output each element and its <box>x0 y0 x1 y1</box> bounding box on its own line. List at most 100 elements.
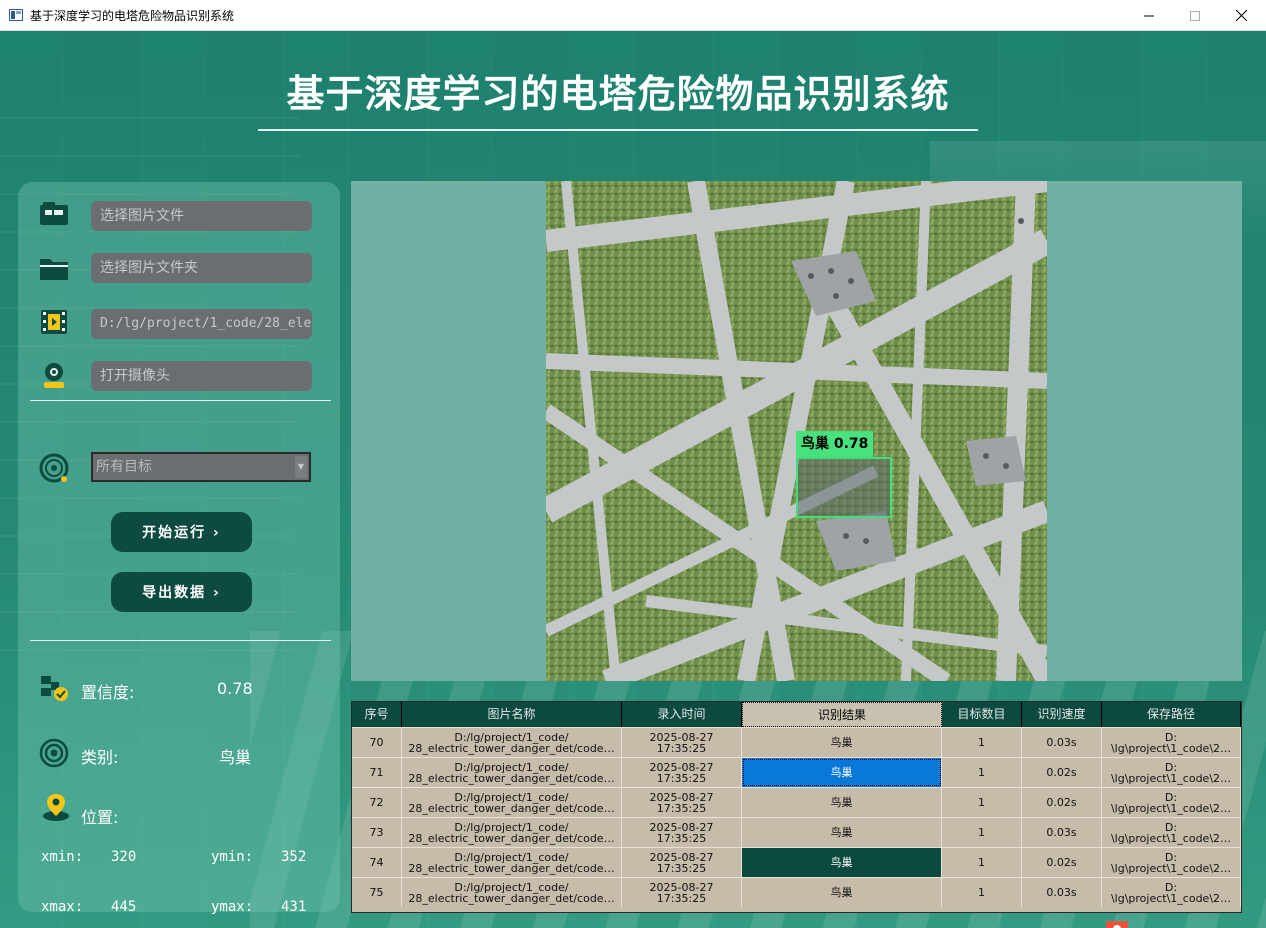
cell-text: D: <box>1164 880 1178 894</box>
column-header[interactable]: 序号 <box>352 702 402 727</box>
column-header[interactable]: 识别速度 <box>1022 702 1102 727</box>
folder-icon[interactable] <box>38 252 70 284</box>
table-row[interactable]: 72 D:/lg/project/1_code/28_electric_tower… <box>352 787 1241 817</box>
table-cell[interactable]: 0.02s <box>1022 848 1102 877</box>
table-row[interactable]: 70 D:/lg/project/1_code/28_electric_tower… <box>352 727 1241 757</box>
table-cell[interactable]: 1 <box>942 878 1022 907</box>
column-header[interactable]: 录入时间 <box>622 702 742 727</box>
table-cell[interactable]: D:/lg/project/1_code/28_electric_tower_d… <box>402 848 622 877</box>
column-header[interactable]: 保存路径 <box>1102 702 1241 727</box>
cell-text: 17:35:25 <box>656 891 707 905</box>
table-cell[interactable]: D: \lg\project\1_code\2… <box>1102 878 1241 907</box>
class-value: 鸟巢 <box>219 748 252 767</box>
table-row[interactable]: 75 D:/lg/project/1_code/28_electric_tower… <box>352 877 1241 907</box>
column-header[interactable]: 图片名称 <box>402 702 622 727</box>
table-cell[interactable]: D:/lg/project/1_code/28_electric_tower_d… <box>402 758 622 787</box>
xmax-label: xmax: <box>41 899 84 915</box>
table-cell[interactable]: D:/lg/project/1_code/28_electric_tower_d… <box>402 818 622 847</box>
table-cell[interactable]: 2025-08-27 17:35:25 <box>622 878 742 907</box>
table-cell[interactable]: 1 <box>942 728 1022 757</box>
xmin-value: 320 <box>111 849 137 865</box>
image-file-input[interactable]: 选择图片文件 <box>91 201 312 231</box>
table-cell[interactable]: D: \lg\project\1_code\2… <box>1102 728 1241 757</box>
table-row[interactable]: 74 D:/lg/project/1_code/28_electric_tower… <box>352 847 1241 877</box>
table-cell[interactable]: 2025-08-27 17:35:25 <box>622 788 742 817</box>
maximize-button[interactable] <box>1172 0 1218 31</box>
cell-text: \lg\project\1_code\2… <box>1110 891 1232 905</box>
table-cell[interactable]: 鸟巢 <box>742 848 942 877</box>
window-title: 基于深度学习的电塔危险物品识别系统 <box>30 9 235 23</box>
target-icon <box>38 452 70 484</box>
table-cell[interactable]: 0.03s <box>1022 728 1102 757</box>
table-cell[interactable]: D:/lg/project/1_code/28_electric_tower_d… <box>402 728 622 757</box>
table-cell[interactable]: D: \lg\project\1_code\2… <box>1102 788 1241 817</box>
image-folder-input[interactable]: 选择图片文件夹 <box>91 253 312 283</box>
table-cell[interactable]: D: \lg\project\1_code\2… <box>1102 758 1241 787</box>
table-cell[interactable]: 75 <box>352 878 402 907</box>
table-cell[interactable]: 1 <box>942 758 1022 787</box>
image-file-icon[interactable] <box>38 198 70 230</box>
cell-text: 17:35:25 <box>656 771 707 785</box>
table-cell[interactable]: 2025-08-27 17:35:25 <box>622 848 742 877</box>
table-cell[interactable]: 鸟巢 <box>742 818 942 847</box>
close-button[interactable] <box>1218 0 1264 31</box>
app-window-body: 基于深度学习的电塔危险物品识别系统 选择图片文件 选择图片文件夹 D:/lg/p… <box>0 31 1266 928</box>
minimize-icon <box>1144 15 1154 16</box>
system-tray <box>1106 917 1266 928</box>
column-header[interactable]: 目标数目 <box>942 702 1022 727</box>
table-cell[interactable]: 73 <box>352 818 402 847</box>
table-cell[interactable]: 2025-08-27 17:35:25 <box>622 758 742 787</box>
table-cell[interactable]: 72 <box>352 788 402 817</box>
table-cell[interactable]: 0.03s <box>1022 878 1102 907</box>
table-cell[interactable]: 2025-08-27 17:35:25 <box>622 818 742 847</box>
confidence-value: 0.78 <box>217 679 253 698</box>
cell-text: D:/lg/project/1_code/ <box>454 820 569 834</box>
table-cell[interactable]: 鸟巢 <box>742 758 942 787</box>
cell-text: D: <box>1164 790 1178 804</box>
confidence-icon <box>38 672 70 704</box>
position-label: 位置: <box>81 808 119 827</box>
cell-text: 17:35:25 <box>656 801 707 815</box>
table-row[interactable]: 71 D:/lg/project/1_code/28_electric_tower… <box>352 757 1241 787</box>
cell-text: \lg\project\1_code\2… <box>1110 771 1232 785</box>
table-cell[interactable]: 1 <box>942 818 1022 847</box>
table-row[interactable]: 73 D:/lg/project/1_code/28_electric_tower… <box>352 817 1241 847</box>
table-cell[interactable]: D:/lg/project/1_code/28_electric_tower_d… <box>402 788 622 817</box>
camera-icon[interactable] <box>38 359 70 391</box>
table-cell[interactable]: 0.02s <box>1022 788 1102 817</box>
image-display-area: 鸟巢 0.78 <box>351 181 1242 681</box>
ymax-value: 431 <box>281 899 307 915</box>
ymin-label: ymin: <box>211 849 254 865</box>
target-select-value: 所有目标 <box>96 459 152 475</box>
table-cell[interactable]: 鸟巢 <box>742 878 942 907</box>
table-cell[interactable]: D: \lg\project\1_code\2… <box>1102 848 1241 877</box>
start-button[interactable]: 开始运行 › <box>111 512 252 552</box>
cell-text: D:/lg/project/1_code/ <box>454 790 569 804</box>
page-title: 基于深度学习的电塔危险物品识别系统 <box>286 72 950 116</box>
control-panel: 选择图片文件 选择图片文件夹 D:/lg/project/1_code/28_e… <box>18 182 340 915</box>
cell-text: 17:35:25 <box>656 741 707 755</box>
target-select[interactable]: 所有目标 ▼ <box>91 452 311 482</box>
export-button[interactable]: 导出数据 › <box>111 572 252 612</box>
table-cell[interactable]: 0.02s <box>1022 758 1102 787</box>
table-cell[interactable]: D: \lg\project\1_code\2… <box>1102 818 1241 847</box>
table-cell[interactable]: D:/lg/project/1_code/28_electric_tower_d… <box>402 878 622 907</box>
class-label: 类别: <box>81 748 119 767</box>
table-cell[interactable]: 0.03s <box>1022 818 1102 847</box>
minimize-button[interactable] <box>1126 0 1172 31</box>
results-table[interactable]: 序号 图片名称 录入时间 识别结果 目标数目 识别速度 保存路径 70 D:/lg/proje… <box>351 701 1242 913</box>
video-icon[interactable] <box>38 306 70 338</box>
column-header[interactable]: 识别结果 <box>742 702 942 727</box>
table-cell[interactable]: 70 <box>352 728 402 757</box>
table-cell[interactable]: 鸟巢 <box>742 728 942 757</box>
cell-text: 2025-08-27 <box>649 820 714 834</box>
table-cell[interactable]: 2025-08-27 17:35:25 <box>622 728 742 757</box>
table-cell[interactable]: 1 <box>942 848 1022 877</box>
table-cell[interactable]: 1 <box>942 788 1022 817</box>
chevron-down-icon[interactable]: ▼ <box>295 456 307 478</box>
table-cell[interactable]: 74 <box>352 848 402 877</box>
video-file-input[interactable]: D:/lg/project/1_code/28_ele <box>91 309 312 339</box>
camera-input[interactable]: 打开摄像头 <box>91 361 312 391</box>
table-cell[interactable]: 71 <box>352 758 402 787</box>
table-cell[interactable]: 鸟巢 <box>742 788 942 817</box>
